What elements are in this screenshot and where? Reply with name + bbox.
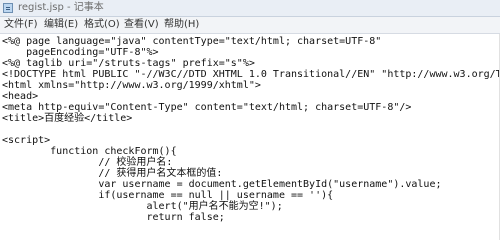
notepad-icon	[3, 3, 13, 13]
code-line: return false;	[2, 212, 225, 223]
text-editor[interactable]: <%@ page language="java" contentType="te…	[0, 34, 500, 240]
code-line: <title>百度经验</title>	[2, 113, 133, 124]
menu-edit[interactable]: 编辑(E)	[44, 19, 78, 31]
menu-format[interactable]: 格式(O)	[84, 19, 120, 31]
menu-view[interactable]: 查看(V)	[124, 19, 159, 31]
menu-bar: 文件(F) 编辑(E) 格式(O) 查看(V) 帮助(H)	[0, 17, 500, 34]
title-bar: regist.jsp - 记事本	[0, 0, 500, 17]
window-title: regist.jsp - 记事本	[18, 2, 104, 13]
code-line: <html xmlns="http://www.w3.org/1999/xhtm…	[2, 80, 261, 91]
menu-help[interactable]: 帮助(H)	[164, 19, 199, 31]
menu-file[interactable]: 文件(F)	[4, 19, 38, 31]
